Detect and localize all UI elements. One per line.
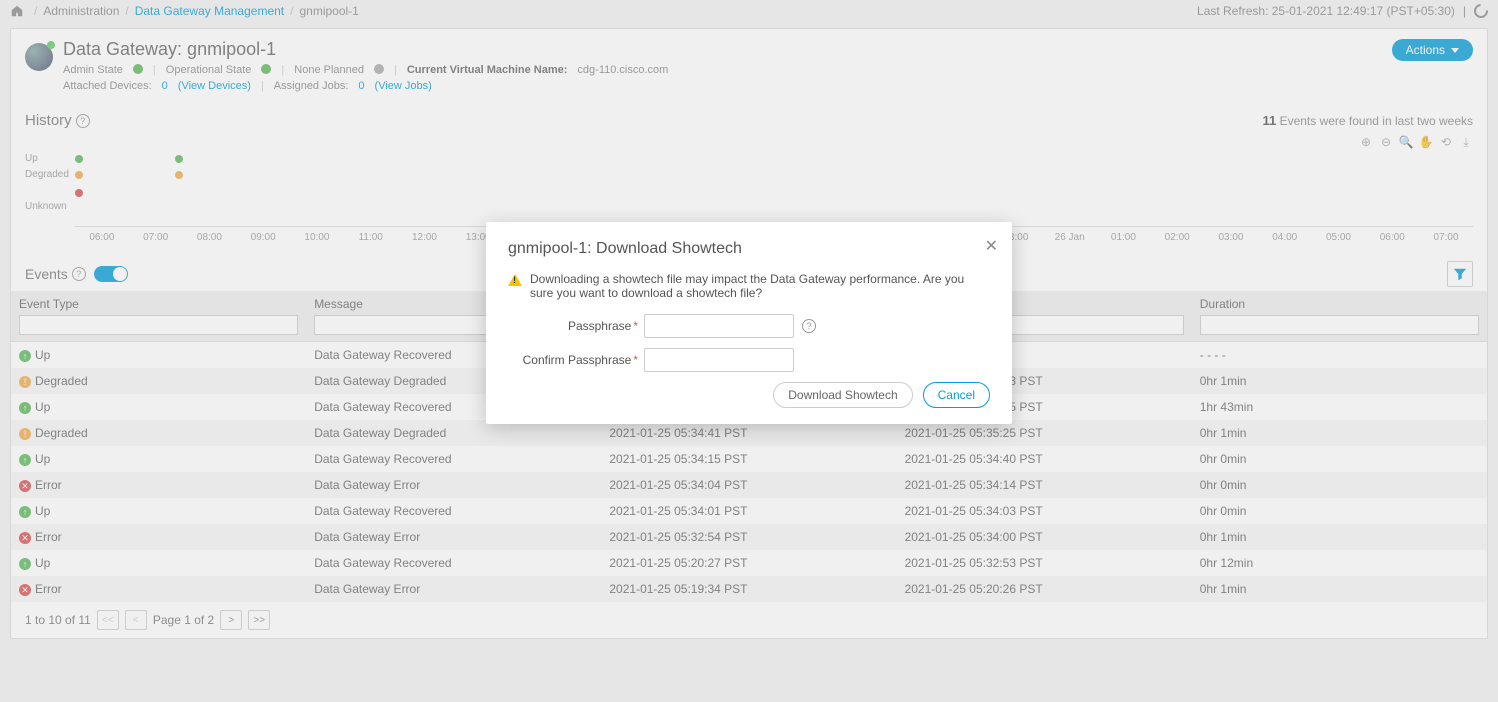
- close-icon[interactable]: ✕: [985, 236, 998, 256]
- warning-icon: [508, 274, 522, 286]
- download-showtech-modal: ✕ gnmipool-1: Download Showtech Download…: [486, 222, 1012, 424]
- download-showtech-button[interactable]: Download Showtech: [773, 382, 912, 408]
- passphrase-input[interactable]: [644, 314, 794, 338]
- help-icon[interactable]: ?: [802, 319, 816, 333]
- confirm-passphrase-label: Confirm Passphrase*: [508, 353, 638, 367]
- cancel-button[interactable]: Cancel: [923, 382, 990, 408]
- modal-title: gnmipool-1: Download Showtech: [508, 240, 990, 258]
- modal-backdrop: ✕ gnmipool-1: Download Showtech Download…: [0, 0, 1498, 702]
- modal-warning: Downloading a showtech file may impact t…: [530, 272, 990, 300]
- passphrase-label: Passphrase*: [508, 319, 638, 333]
- confirm-passphrase-input[interactable]: [644, 348, 794, 372]
